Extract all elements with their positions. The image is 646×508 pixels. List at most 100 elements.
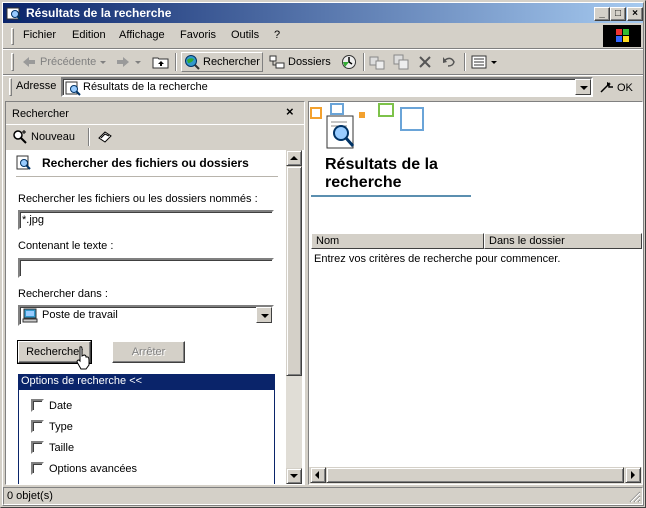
- move-to-button[interactable]: [369, 52, 385, 72]
- windows-flag-icon: [616, 29, 629, 42]
- look-in-select[interactable]: Poste de travail: [18, 305, 274, 326]
- search-results-icon: [65, 81, 81, 96]
- hscroll-thumb[interactable]: [326, 467, 624, 483]
- menu-edition[interactable]: Edition: [72, 29, 106, 41]
- go-label: OK: [617, 82, 633, 94]
- toolbar-grip: [11, 53, 14, 71]
- go-button[interactable]: OK: [599, 80, 633, 96]
- search-pane-header: Rechercher ×: [6, 102, 304, 124]
- forward-dropdown-icon: [135, 61, 141, 64]
- address-label: Adresse: [16, 80, 57, 92]
- containing-text-label: Contenant le texte :: [18, 240, 114, 252]
- new-search-label: Nouveau: [31, 131, 76, 143]
- results-pane: Résultats de la recherche Nom Dans le do…: [308, 101, 643, 485]
- undo-button[interactable]: [441, 52, 457, 72]
- menu-outils[interactable]: Outils: [231, 29, 259, 41]
- maximize-button[interactable]: □: [610, 7, 626, 21]
- history-button[interactable]: [341, 52, 357, 72]
- minimize-button[interactable]: _: [594, 7, 610, 21]
- folders-label: Dossiers: [288, 56, 331, 68]
- views-button[interactable]: [471, 52, 498, 72]
- option-type-checkbox[interactable]: [31, 420, 44, 433]
- scroll-left-button[interactable]: [310, 467, 326, 483]
- back-button[interactable]: Précédente: [21, 52, 107, 72]
- history-icon: [342, 55, 356, 69]
- search-form: Rechercher des fichiers ou dossiers Rech…: [6, 150, 286, 484]
- address-dropdown-button[interactable]: [575, 79, 591, 95]
- search-globe-icon: [185, 55, 200, 70]
- hand-cursor-icon: [76, 346, 90, 370]
- folders-button[interactable]: Dossiers: [269, 52, 331, 72]
- menu-favoris[interactable]: Favoris: [180, 29, 216, 41]
- search-folder-icon: [6, 7, 22, 21]
- look-in-label: Rechercher dans :: [18, 288, 108, 300]
- containing-text-input[interactable]: [18, 258, 274, 278]
- option-size-checkbox[interactable]: [31, 441, 44, 454]
- search-toggle-button[interactable]: Rechercher: [181, 52, 263, 72]
- scroll-down-button[interactable]: [286, 468, 302, 484]
- results-empty-message: Entrez vos critères de recherche pour co…: [314, 253, 561, 265]
- file-name-value: *.jpg: [22, 214, 45, 226]
- forward-button[interactable]: [115, 52, 142, 72]
- column-folder-header[interactable]: Dans le dossier: [484, 233, 642, 249]
- menu-grip: [11, 28, 14, 45]
- standard-toolbar: Précédente Rechercher Dossiers: [3, 48, 643, 74]
- views-dropdown-icon: [491, 61, 497, 64]
- scroll-up-button[interactable]: [286, 150, 302, 166]
- folders-icon: [269, 55, 285, 69]
- option-type-label: Type: [49, 421, 73, 433]
- scroll-thumb[interactable]: [286, 166, 302, 376]
- address-combo[interactable]: Résultats de la recherche: [61, 77, 593, 97]
- scroll-right-button[interactable]: [625, 467, 641, 483]
- toolbar-separator: [175, 53, 177, 71]
- search-pane-close-icon[interactable]: ×: [286, 104, 294, 119]
- search-pane-title: Rechercher: [12, 108, 69, 120]
- option-date-checkbox[interactable]: [31, 399, 44, 412]
- column-name-header[interactable]: Nom: [311, 233, 484, 249]
- name-label: Rechercher les fichiers ou les dossiers …: [18, 193, 258, 205]
- search-options-button[interactable]: [97, 129, 113, 148]
- results-hscrollbar[interactable]: [309, 467, 642, 484]
- menu-help[interactable]: ?: [274, 29, 280, 41]
- address-value: Résultats de la recherche: [83, 81, 208, 93]
- minimize-icon: _: [599, 8, 605, 19]
- window-title: Résultats de la recherche: [26, 6, 172, 20]
- toolbar-separator-3: [464, 53, 466, 71]
- option-size-label: Taille: [49, 442, 75, 454]
- back-arrow-icon: [23, 57, 35, 67]
- look-in-dropdown-button[interactable]: [256, 307, 272, 323]
- search-pane: Rechercher × Nouveau Rechercher des fich…: [5, 101, 305, 485]
- status-text: 0 objet(s): [3, 487, 643, 505]
- file-name-input[interactable]: *.jpg: [18, 210, 274, 230]
- close-button[interactable]: ×: [627, 7, 643, 21]
- delete-button[interactable]: [417, 52, 433, 72]
- stop-button[interactable]: Arrêter: [112, 341, 185, 363]
- up-folder-button[interactable]: [152, 52, 170, 72]
- address-bar: Adresse Résultats de la recherche OK: [3, 74, 643, 98]
- go-arrow-icon: [600, 82, 613, 93]
- search-pane-scrollbar[interactable]: [286, 150, 302, 484]
- option-advanced-checkbox[interactable]: [31, 462, 44, 475]
- back-label: Précédente: [40, 56, 97, 68]
- search-options-header[interactable]: Options de recherche <<: [18, 374, 275, 390]
- views-icon: [471, 55, 487, 69]
- move-to-icon: [369, 56, 385, 70]
- back-dropdown-icon: [100, 61, 107, 64]
- copy-to-button[interactable]: [393, 52, 409, 72]
- results-title-line2: recherche: [325, 174, 402, 191]
- option-advanced-label: Options avancées: [49, 463, 138, 475]
- address-grip: [9, 78, 12, 96]
- resize-grip-icon[interactable]: [629, 491, 641, 503]
- option-date-label: Date: [49, 400, 73, 412]
- toolbar-separator-2: [363, 53, 365, 71]
- find-files-icon: [16, 155, 31, 170]
- search-heading: Rechercher des fichiers ou dossiers: [42, 156, 249, 170]
- menu-affichage[interactable]: Affichage: [119, 29, 165, 41]
- menu-fichier[interactable]: Fichier: [23, 29, 56, 41]
- new-search-button[interactable]: Nouveau: [12, 129, 75, 145]
- delete-x-icon: [419, 56, 431, 68]
- menu-bar: Fichier Edition Affichage Favoris Outils…: [3, 25, 643, 47]
- title-bar[interactable]: Résultats de la recherche _ □ ×: [3, 3, 643, 23]
- search-options-icon: [98, 131, 112, 143]
- explorer-window: Résultats de la recherche _ □ × Fichier …: [0, 0, 646, 508]
